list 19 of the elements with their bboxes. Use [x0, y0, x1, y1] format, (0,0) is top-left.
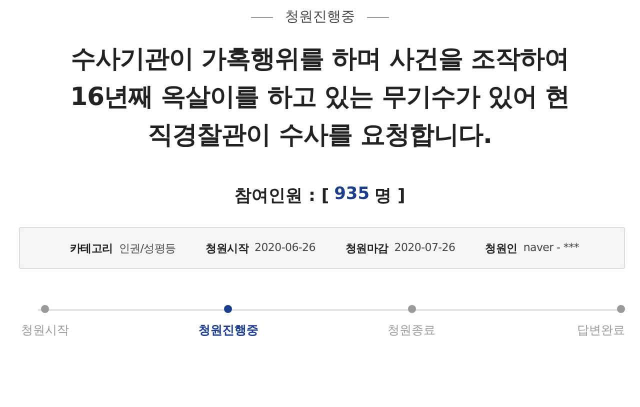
step-label: 청원종료 [388, 322, 436, 339]
info-value: 2020-07-26 [394, 240, 456, 256]
step-label: 답변완료 [576, 322, 625, 339]
info-value: naver - *** [523, 240, 580, 256]
info-value: 인권/성평등 [118, 240, 176, 256]
status-label: 청원진행중 [285, 8, 355, 26]
info-label: 카테고리 [70, 240, 113, 256]
petition-title-line: 수사기관이 가혹행위를 하며 사건을 조작하여 [70, 43, 570, 75]
step-label: 청원진행중 [198, 322, 258, 339]
petition-title-line: 16년째 옥살이를 하고 있는 무기수가 있어 현 [69, 81, 571, 113]
petition-title-line: 직경찰관이 수사를 요청합니다. [147, 119, 493, 151]
participants-unit: 명 ] [374, 185, 406, 207]
participants-count: 935 [334, 184, 370, 206]
participants-label: 참여인원 : [ [234, 185, 330, 207]
info-value: 2020-06-26 [254, 240, 316, 256]
info-label: 청원인 [485, 240, 518, 256]
info-label: 청원마감 [345, 240, 388, 256]
step-label: 청원시작 [21, 322, 69, 339]
info-label: 청원시작 [206, 240, 249, 256]
